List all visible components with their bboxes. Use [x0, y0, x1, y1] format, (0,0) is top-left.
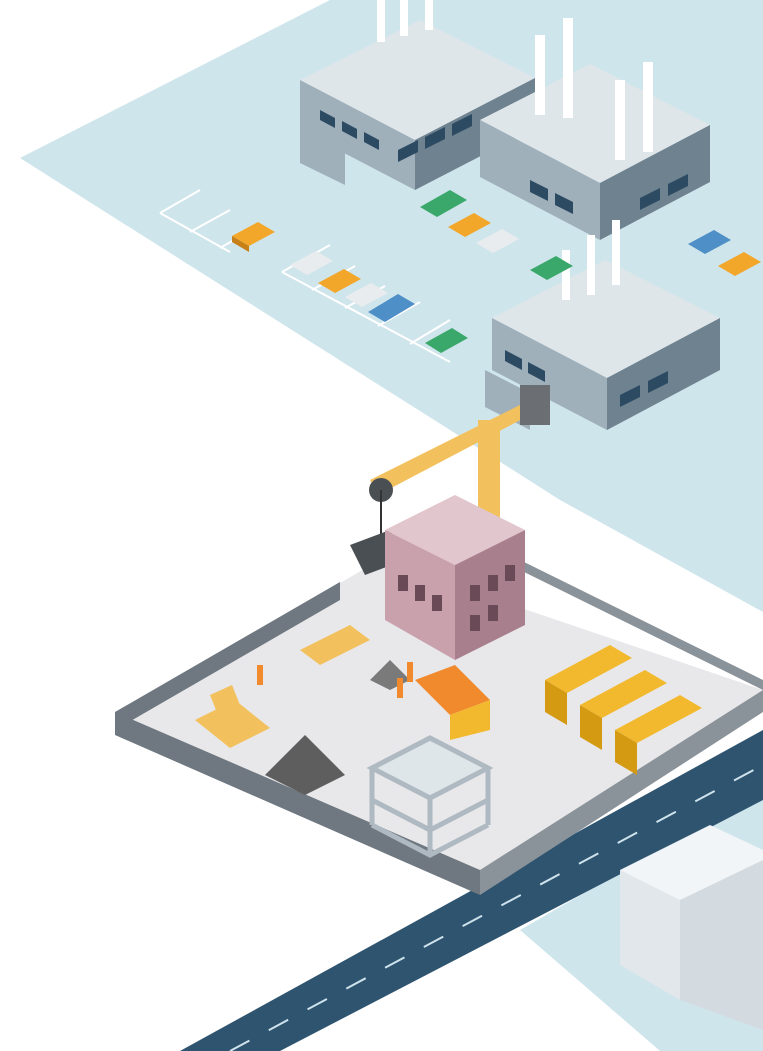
isometric-industrial-scene	[20, 0, 763, 1051]
